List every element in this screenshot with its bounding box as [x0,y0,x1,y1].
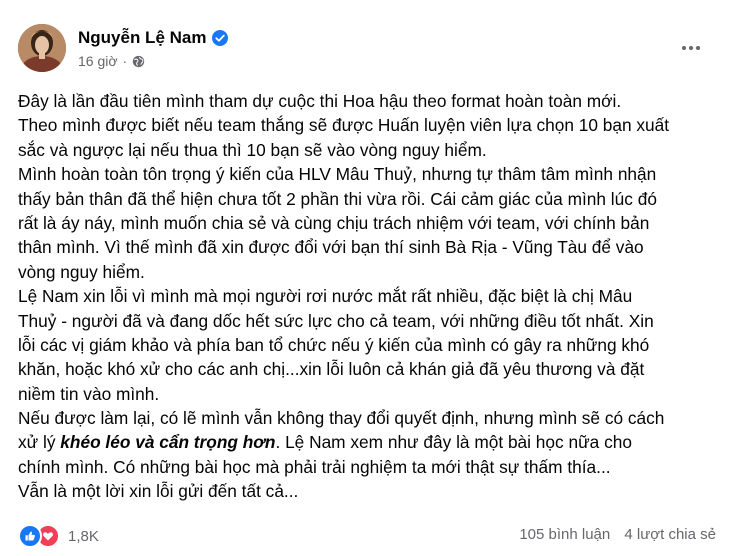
meta-separator: · [122,53,128,69]
post-text-line: Nếu được làm lại, có lẽ mình vẫn không t… [18,408,665,429]
more-dot-icon [689,46,693,50]
post-text-line: vòng nguy hiểm. [18,261,145,282]
shares-count[interactable]: 4 lượt chia sẻ [624,526,716,543]
author-name[interactable]: Nguyễn Lệ Nam [78,28,206,48]
post-text-line: rất là áy náy, mình muốn chia sẻ và cùng… [18,212,650,233]
reactions-summary[interactable]: 1,8K [18,524,99,548]
more-dot-icon [682,46,686,50]
more-dot-icon [696,46,700,50]
post-meta: 16 giờ · [78,53,145,69]
post-body: Đây là lần đầu tiên mình tham dự cuộc th… [18,89,718,504]
post-text-line: Đây là lần đầu tiên mình tham dự cuộc th… [18,91,622,111]
post-text-line: Lệ Nam xin lỗi vì mình mà mọi người rơi … [18,286,633,307]
post-card: Nguyễn Lệ Nam 16 giờ · Đây là lần đầu ti… [0,0,732,556]
post-text-line: chính mình. Có những bài học mà phải trả… [18,456,611,477]
text-before-emphasis: xử lý [18,432,61,453]
comments-count[interactable]: 105 bình luận [519,526,610,543]
post-text-line: Vẫn là một lời xin lỗi gửi đến tất cả... [18,481,299,502]
emphasized-text: khéo léo và cẩn trọng hơn [60,432,276,453]
post-text-line-emphasis: xử lý khéo léo và cẩn trọng hơn. Lệ Nam … [18,430,718,454]
verified-badge-icon [212,30,229,46]
post-text-line: Thuỷ - người đã và đang dốc hết sức lực … [18,310,654,331]
post-text-line: Theo mình được biết nếu team thắng sẽ đư… [18,115,670,136]
post-text-line: Mình hoàn toàn tôn trọng ý kiến của HLV … [18,164,657,185]
globe-icon[interactable] [132,55,145,68]
text-after-emphasis: . Lệ Nam xem như đây là một bài học nữa … [275,432,632,453]
post-stats: 105 bình luận 4 lượt chia sẻ [519,526,716,543]
post-time[interactable]: 16 giờ [78,53,118,69]
post-text-line: thấy bản thân đã thể hiện chưa tốt 2 phầ… [18,188,657,209]
post-text-line: lỗi các vị giám khảo và phía ban tổ chức… [18,334,650,355]
reaction-count[interactable]: 1,8K [68,528,99,545]
author-name-row: Nguyễn Lệ Nam [78,28,229,48]
like-reaction-icon [18,524,42,548]
post-text-line: thân mình. Vì thế mình đã xin được đổi v… [18,237,644,258]
avatar[interactable] [18,24,66,72]
post-text-line: niềm tin vào mình. [18,383,160,404]
avatar-image [18,24,66,72]
more-options-button[interactable] [676,38,706,58]
post-footer: 1,8K 105 bình luận 4 lượt chia sẻ [18,524,718,548]
post-header: Nguyễn Lệ Nam 16 giờ · [18,24,718,76]
post-text-line: sắc và ngược lại nếu thua thì 10 bạn sẽ … [18,139,487,160]
post-text-line: khăn, hoặc khó xử cho các anh chị...xin … [18,359,645,380]
